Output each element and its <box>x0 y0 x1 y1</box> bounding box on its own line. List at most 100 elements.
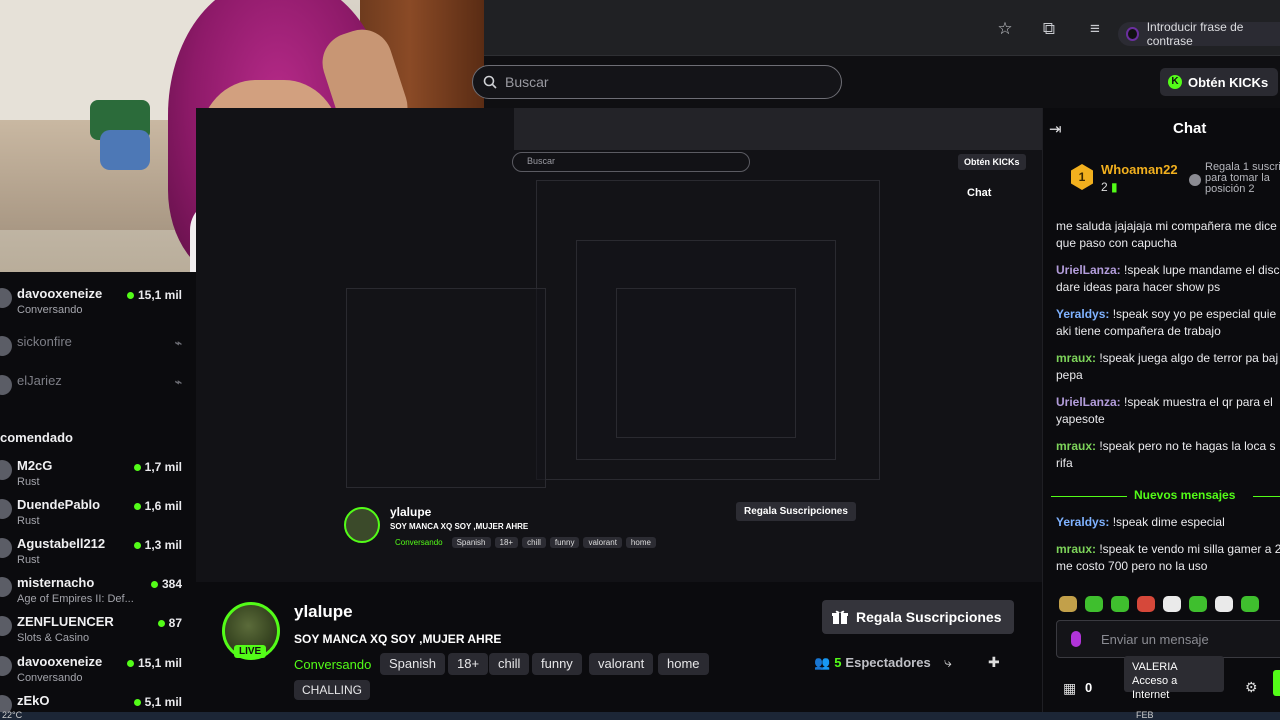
stream-tag[interactable]: home <box>658 653 709 675</box>
streamer-name[interactable]: ylalupe <box>294 602 353 622</box>
viewer-count-value: 15,1 mil <box>137 656 182 670</box>
bell-off-icon: ⌁ <box>174 375 182 389</box>
avatar <box>0 577 12 597</box>
stream-category[interactable]: Conversando <box>294 657 371 672</box>
extensions-icon[interactable]: ⧉ <box>1038 18 1060 40</box>
avatar <box>0 656 12 676</box>
weather-temp: 22°C <box>2 710 23 720</box>
chat-input[interactable]: Enviar un mensaje <box>1056 620 1280 658</box>
sidebar-channel[interactable]: DuendePablo Rust 1,6 mil <box>0 495 196 531</box>
chat-user[interactable]: mraux: <box>1056 542 1096 556</box>
bell-off-icon: ⌁ <box>174 336 182 350</box>
channel-category: Rust <box>17 554 40 566</box>
emote-icon[interactable] <box>1137 596 1155 612</box>
chat-user[interactable]: UrielLanza: <box>1056 263 1121 277</box>
stream-tag[interactable]: funny <box>532 653 582 675</box>
mic-icon[interactable] <box>1071 631 1081 647</box>
mirror-gift-button: Regala Suscripciones <box>736 502 856 521</box>
mirror-layer <box>616 288 796 438</box>
emote-icon[interactable] <box>1059 596 1077 612</box>
avatar <box>0 336 12 356</box>
emote-icon[interactable] <box>1189 596 1207 612</box>
channel-name: sickonfire <box>17 334 72 349</box>
channel-name: ZENFLUENCER <box>17 614 114 629</box>
chat-title: Chat <box>1173 120 1207 137</box>
viewer-count-value: 1,6 mil <box>144 499 182 513</box>
password-pill[interactable]: Introducir frase de contrase <box>1118 20 1280 48</box>
mirror-search: Buscar <box>512 152 750 172</box>
avatar <box>0 375 12 395</box>
stream-tag[interactable]: CHALLING <box>294 680 371 700</box>
viewer-count-value: 87 <box>168 616 182 630</box>
collapse-chat-icon[interactable]: ⇥ <box>1049 120 1062 138</box>
follow-user-icon[interactable]: ✚ <box>988 654 1000 671</box>
gift-subs-button[interactable]: Regala Suscripciones <box>822 600 1014 634</box>
send-button[interactable] <box>1273 670 1280 696</box>
live-dot-icon <box>126 291 134 299</box>
chat-user[interactable]: mraux: <box>1056 439 1096 453</box>
sidebar-channel[interactable]: Agustabell212 Rust 1,3 mil <box>0 534 196 570</box>
viewer-count: 1,6 mil <box>133 499 182 513</box>
viewer-count-value: 15,1 mil <box>137 288 182 302</box>
get-kicks-label: Obtén KICKs <box>1188 74 1269 90</box>
sidebar-channel[interactable]: M2cG Rust 1,7 mil <box>0 456 196 492</box>
emote-icon[interactable] <box>1163 596 1181 612</box>
chat-message: UrielLanza: !speak muestra el qr para el… <box>1056 394 1280 428</box>
sub-icon: ▮ <box>1111 180 1118 194</box>
sidebar-channel[interactable]: elJariez ⌁ <box>0 371 196 407</box>
new-messages-label: Nuevos mensajes <box>1134 488 1236 502</box>
channel-category: Rust <box>17 515 40 527</box>
stream-tag[interactable]: Spanish <box>380 653 445 675</box>
sidebar-channel[interactable]: davooxeneize Conversando 15,1 mil <box>0 652 196 688</box>
leader-username[interactable]: Whoaman22 <box>1101 162 1178 177</box>
get-kicks-button[interactable]: K Obtén KICKs <box>1160 68 1279 96</box>
mirror-browser-bar <box>514 108 1042 150</box>
search-icon <box>483 75 497 89</box>
search-placeholder: Buscar <box>505 74 549 90</box>
chat-input-placeholder: Enviar un mensaje <box>1101 632 1209 647</box>
search-input[interactable]: Buscar <box>472 65 842 99</box>
stream-tag[interactable]: 18+ <box>448 653 489 675</box>
store-icon[interactable]: ▦ <box>1063 680 1076 697</box>
cam-clothes <box>100 130 150 170</box>
stream-tag[interactable]: chill <box>489 653 530 675</box>
chat-user[interactable]: UrielLanza: <box>1056 395 1121 409</box>
recommended-title: comendado <box>0 430 73 445</box>
sidebar-channel[interactable]: davooxeneize Conversando 15,1 mil <box>0 284 196 320</box>
chat-message: mraux: !speak juega algo de terror pa ba… <box>1056 350 1280 384</box>
viewer-count: 15,1 mil <box>126 288 182 302</box>
emote-icon[interactable] <box>1241 596 1259 612</box>
sidebar-channel[interactable]: sickonfire ⌁ <box>0 332 196 368</box>
mirror-tag: valorant <box>583 537 622 548</box>
video-player[interactable]: Buscar Obtén KICKs Chat ylalupe SOY MANC… <box>196 108 1042 582</box>
tabs-menu-icon[interactable]: ≡ <box>1084 18 1106 40</box>
chat-user[interactable]: Yeraldys: <box>1056 307 1109 321</box>
viewer-count: 5,1 mil <box>133 695 182 709</box>
channel-name: M2cG <box>17 458 53 473</box>
gear-icon[interactable]: ⚙ <box>1245 679 1258 696</box>
avatar <box>0 460 12 480</box>
emote-bar <box>1059 596 1259 612</box>
chat-user[interactable]: mraux: <box>1056 351 1096 365</box>
leader-count-value: 2 <box>1101 180 1108 194</box>
chat-new-messages: Yeraldys: !speak dime especial mraux: !s… <box>1056 514 1280 585</box>
emote-icon[interactable] <box>1111 596 1129 612</box>
stream-tag[interactable]: valorant <box>589 653 654 675</box>
stream-info: LIVE ylalupe SOY MANCA XQ SOY ,MUJER AHR… <box>222 598 1022 708</box>
viewer-count: 87 <box>157 616 182 630</box>
sidebar-channel[interactable]: misternacho Age of Empires II: Def... 38… <box>0 573 196 609</box>
star-icon[interactable]: ☆ <box>994 18 1016 40</box>
sidebar-channel[interactable]: ZENFLUENCER Slots & Casino 87 <box>0 612 196 648</box>
channel-category: Age of Empires II: Def... <box>17 593 134 605</box>
emote-icon[interactable] <box>1215 596 1233 612</box>
emote-icon[interactable] <box>1085 596 1103 612</box>
divider-line <box>1051 496 1127 497</box>
taskbar-date: FEB <box>1136 710 1154 720</box>
chat-message: mraux: !speak te vendo mi silla gamer a … <box>1056 541 1280 575</box>
channel-name: misternacho <box>17 575 95 590</box>
chat-user[interactable]: Yeraldys: <box>1056 515 1109 529</box>
viewer-count-value: 1,7 mil <box>144 460 182 474</box>
channel-name: davooxeneize <box>17 286 103 301</box>
share-icon[interactable]: ⤷ <box>944 654 952 671</box>
live-dot-icon <box>150 580 158 588</box>
